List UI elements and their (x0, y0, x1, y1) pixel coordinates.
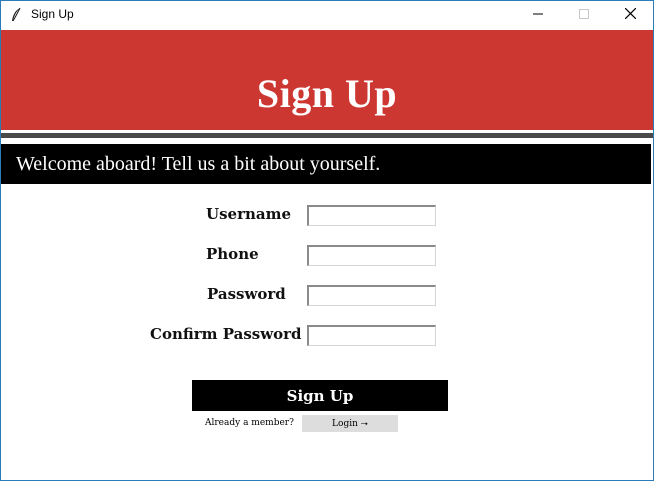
password-label: Password (207, 285, 286, 303)
confirm-password-label: Confirm Password (150, 325, 302, 343)
minimize-icon (533, 6, 543, 24)
header-divider (1, 133, 653, 138)
username-label: Username (206, 205, 292, 223)
page-title: Sign Up (256, 71, 398, 116)
phone-label: Phone (206, 245, 259, 263)
maximize-button[interactable] (561, 1, 607, 29)
close-icon (624, 6, 636, 24)
minimize-button[interactable] (515, 1, 561, 29)
app-window: Sign Up Sign Up Welcome aboard! Tell us … (0, 0, 654, 481)
header-banner: Sign Up (1, 30, 653, 130)
window-title: Sign Up (31, 7, 74, 21)
login-button[interactable]: Login ⭢ (302, 415, 398, 432)
feather-icon (10, 7, 22, 23)
signup-button[interactable]: Sign Up (192, 380, 448, 411)
confirm-password-input[interactable] (307, 325, 436, 346)
welcome-banner: Welcome aboard! Tell us a bit about your… (1, 144, 651, 184)
password-input[interactable] (307, 285, 436, 306)
member-prompt: Already a member? (205, 418, 294, 428)
phone-input[interactable] (307, 245, 436, 266)
title-bar[interactable]: Sign Up (1, 1, 653, 29)
username-input[interactable] (307, 205, 436, 226)
welcome-text: Welcome aboard! Tell us a bit about your… (16, 153, 381, 175)
close-button[interactable] (607, 1, 653, 29)
maximize-icon (579, 6, 589, 24)
